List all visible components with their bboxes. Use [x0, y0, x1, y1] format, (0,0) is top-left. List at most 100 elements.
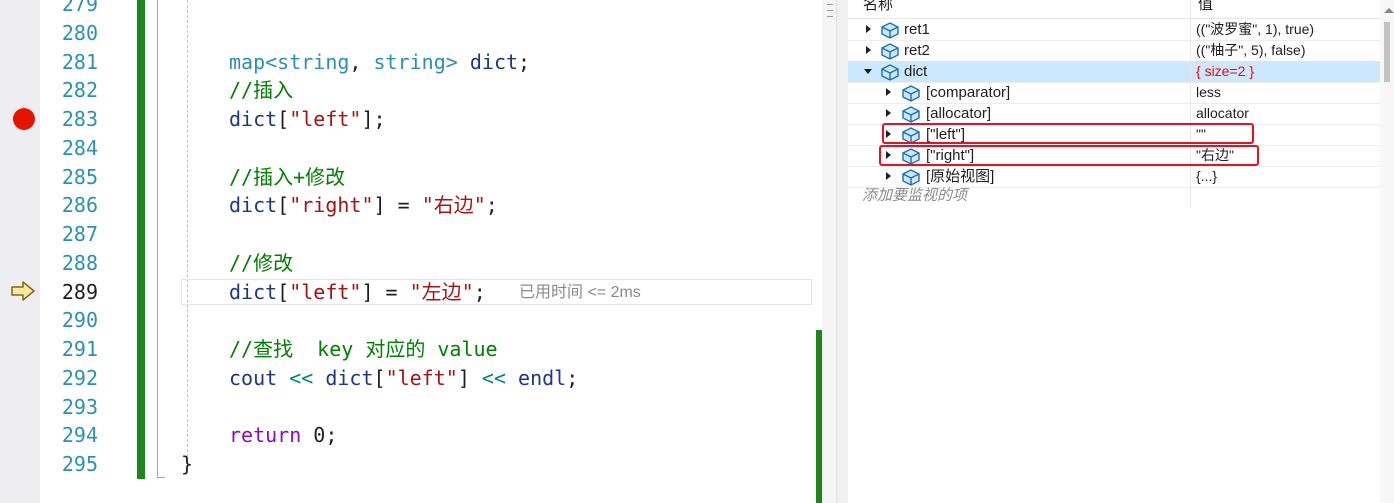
code-token: string	[277, 50, 350, 74]
expand-arrow-icon[interactable]	[886, 88, 891, 96]
watch-value[interactable]: {...}	[1196, 167, 1217, 186]
watch-value-changed[interactable]: { size=2 }	[1196, 62, 1254, 81]
code-line-285[interactable]: //插入+修改	[229, 163, 345, 192]
expand-arrow-icon[interactable]	[886, 109, 891, 117]
code-editor[interactable]: 279 280 281 282 283 284 285 286 287 288 …	[0, 0, 836, 503]
code-token: dict	[229, 107, 278, 131]
watch-value[interactable]: allocator	[1196, 104, 1249, 123]
line-number: 285	[61, 165, 98, 189]
column-header-name[interactable]: 名称	[863, 0, 893, 14]
expand-arrow-icon[interactable]	[866, 25, 871, 33]
scroll-marker	[827, 10, 833, 11]
variable-cube-icon	[881, 64, 899, 81]
code-token: "左边"	[409, 280, 474, 304]
code-line-282[interactable]: //插入	[229, 76, 293, 105]
watch-header: 名称 值	[848, 0, 1394, 19]
line-numbers: 279 280 281 282 283 284 285 286 287 288 …	[40, 0, 102, 503]
line-number: 284	[61, 136, 98, 160]
line-number: 282	[61, 78, 98, 102]
code-token: "left"	[289, 107, 362, 131]
code-token: cout	[229, 366, 278, 390]
current-statement-arrow-icon	[11, 281, 35, 301]
code-token: [	[277, 280, 290, 304]
code-line-281[interactable]: map<string, string> dict;	[229, 48, 530, 77]
watch-row-comparator[interactable]: [comparator] less	[848, 82, 1394, 104]
code-token: ];	[361, 107, 386, 131]
code-token: map<	[229, 50, 278, 74]
line-number: 288	[61, 251, 98, 275]
line-number-current: 289	[61, 280, 98, 304]
collapse-arrow-icon[interactable]	[864, 69, 872, 74]
code-token: "右边"	[421, 193, 486, 217]
line-number: 291	[61, 337, 98, 361]
expand-arrow-icon[interactable]	[866, 46, 871, 54]
code-token: ] =	[361, 280, 410, 304]
code-token: <<	[277, 366, 326, 390]
code-token: [	[277, 107, 290, 131]
line-number: 281	[61, 50, 98, 74]
variable-cube-icon	[902, 169, 920, 186]
watch-name: [comparator]	[926, 84, 1011, 101]
line-number: 283	[61, 107, 98, 131]
watch-name: ret1	[904, 21, 930, 38]
add-watch-placeholder[interactable]: 添加要监视的项	[862, 186, 967, 206]
code-token: ;	[485, 193, 498, 217]
code-line-291[interactable]: //查找 key 对应的 value	[229, 335, 498, 364]
code-line-295[interactable]: }	[181, 450, 193, 479]
code-line-288[interactable]: //修改	[229, 249, 293, 278]
code-token: ] =	[373, 193, 422, 217]
watch-row-raw-view[interactable]: [原始视图] {...}	[848, 166, 1394, 188]
code-token: dict	[229, 193, 278, 217]
variable-cube-icon	[881, 43, 899, 60]
code-token: dict	[325, 366, 374, 390]
scroll-thumb[interactable]	[1384, 22, 1390, 82]
glyph-margin[interactable]	[0, 0, 40, 503]
code-token: ,	[349, 50, 374, 74]
line-number: 292	[61, 366, 98, 390]
line-number: 290	[61, 308, 98, 332]
code-token: <<	[469, 366, 519, 390]
code-token: endl	[518, 366, 567, 390]
watch-value[interactable]: less	[1196, 83, 1221, 102]
outline-collapse-line	[157, 0, 158, 478]
indent-guide	[187, 0, 188, 462]
variable-cube-icon	[881, 22, 899, 39]
scroll-up-arrow-icon[interactable]	[1384, 8, 1394, 13]
code-token: return	[229, 423, 302, 447]
expand-arrow-icon[interactable]	[886, 172, 891, 180]
watch-row-allocator[interactable]: [allocator] allocator	[848, 103, 1394, 125]
code-line-289[interactable]: dict["left"] = "左边";	[229, 278, 486, 307]
code-line-292[interactable]: cout << dict["left"] << endl;	[229, 364, 578, 393]
variable-cube-icon	[902, 106, 920, 123]
change-tracking-bar	[137, 0, 145, 479]
scroll-marker	[827, 4, 833, 5]
code-line-283[interactable]: dict["left"];	[229, 105, 386, 134]
variable-cube-icon	[902, 85, 920, 102]
code-token: [	[277, 193, 290, 217]
line-number: 279	[61, 0, 98, 16]
code-line-286[interactable]: dict["right"] = "右边";	[229, 191, 498, 220]
watch-row-ret1[interactable]: ret1 (("波罗蜜", 1), true)	[848, 19, 1394, 41]
watch-value[interactable]: (("柚子", 5), false)	[1196, 41, 1306, 60]
column-separator[interactable]	[1190, 0, 1191, 208]
vertical-scrollbar[interactable]	[822, 0, 836, 503]
watch-row-ret2[interactable]: ret2 (("柚子", 5), false)	[848, 40, 1394, 62]
code-token: >	[445, 50, 470, 74]
line-number: 293	[61, 395, 98, 419]
watch-window[interactable]: 名称 值 ret1 (("波罗蜜", 1), true) ret2 (("柚子"…	[848, 0, 1394, 503]
code-line-294[interactable]: return 0;	[229, 421, 337, 450]
code-token: 0;	[301, 423, 338, 447]
code-token: "left"	[289, 280, 362, 304]
outline-collapse-end	[157, 477, 165, 478]
code-token: ;	[566, 366, 579, 390]
line-number: 286	[61, 193, 98, 217]
code-token: ]	[457, 366, 470, 390]
breakpoint-icon[interactable]	[12, 107, 36, 131]
watch-value[interactable]: (("波罗蜜", 1), true)	[1196, 20, 1314, 39]
scroll-marker	[827, 16, 833, 17]
watch-row-dict[interactable]: dict { size=2 }	[848, 61, 1394, 83]
column-header-value[interactable]: 值	[1198, 0, 1213, 14]
code-token: "left"	[385, 366, 458, 390]
watch-name: dict	[904, 63, 928, 80]
watch-name: [原始视图]	[926, 168, 995, 185]
